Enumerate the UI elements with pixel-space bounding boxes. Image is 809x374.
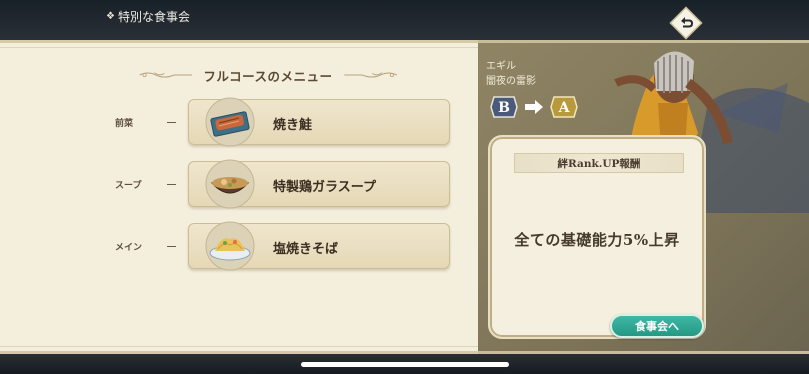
dish-card[interactable]: 特製鶏ガラスープ xyxy=(188,159,450,209)
rank-to: A xyxy=(558,100,571,116)
course-label: メイン xyxy=(115,243,143,253)
character-name: エギル xyxy=(486,61,516,72)
reward-text: 全ての基礎能力5%上昇 xyxy=(514,231,680,249)
grilled-salmon-icon xyxy=(205,97,255,147)
course-row-appetizer: 前菜 焼き鮭 xyxy=(0,97,478,147)
reward-card: 絆Rank.UP報酬 全ての基礎能力5%上昇 xyxy=(488,135,706,339)
reward-header: 絆Rank.UP報酬 xyxy=(514,153,684,173)
character-panel: エギル 闇夜の雷影 B A 絆Rank.UP報酬 全ての基礎能力5%上昇 食事会… xyxy=(478,40,809,354)
go-to-banquet-button[interactable]: 食事会へ xyxy=(610,314,704,338)
course-dash xyxy=(167,122,176,123)
menu-header: フルコースのメニュー xyxy=(138,65,398,85)
course-label: 前菜 xyxy=(115,119,134,129)
character-title: 闇夜の雷影 xyxy=(486,76,536,87)
course-dash xyxy=(167,246,176,247)
course-dash xyxy=(167,184,176,185)
dish-card[interactable]: 焼き鮭 xyxy=(188,97,450,147)
rank-from: B xyxy=(498,100,510,116)
arrow-right-icon xyxy=(525,100,543,114)
dish-name: 焼き鮭 xyxy=(273,118,313,133)
menu-title: フルコースのメニュー xyxy=(203,68,333,84)
fried-noodles-icon xyxy=(205,221,255,271)
diamond-icon: ❖ xyxy=(106,11,115,22)
back-button[interactable] xyxy=(669,6,703,40)
course-label: スープ xyxy=(115,181,142,191)
dish-name: 塩焼きそば xyxy=(273,242,339,257)
course-row-soup: スープ 特製鶏ガラスープ xyxy=(0,159,478,209)
screen-title-text: 特別な食事会 xyxy=(117,10,190,24)
rank-badge-icon: B xyxy=(490,96,518,118)
menu-panel: フルコースのメニュー 前菜 焼き鮭 スープ 特製鶏ガラスープ メイン 塩焼きそば xyxy=(0,40,478,354)
home-indicator[interactable] xyxy=(301,362,509,367)
screen-title: ❖ 特別な食事会 xyxy=(106,8,190,25)
rank-change: B A xyxy=(490,95,578,119)
return-arrow-icon xyxy=(669,6,703,40)
flourish-right-icon xyxy=(343,72,397,78)
soup-bowl-icon xyxy=(205,159,255,209)
dish-card[interactable]: 塩焼きそば xyxy=(188,221,450,271)
rank-badge-icon: A xyxy=(550,96,578,118)
course-row-main: メイン 塩焼きそば xyxy=(0,221,478,271)
flourish-left-icon xyxy=(139,72,193,78)
dish-name: 特製鶏ガラスープ xyxy=(273,180,376,195)
